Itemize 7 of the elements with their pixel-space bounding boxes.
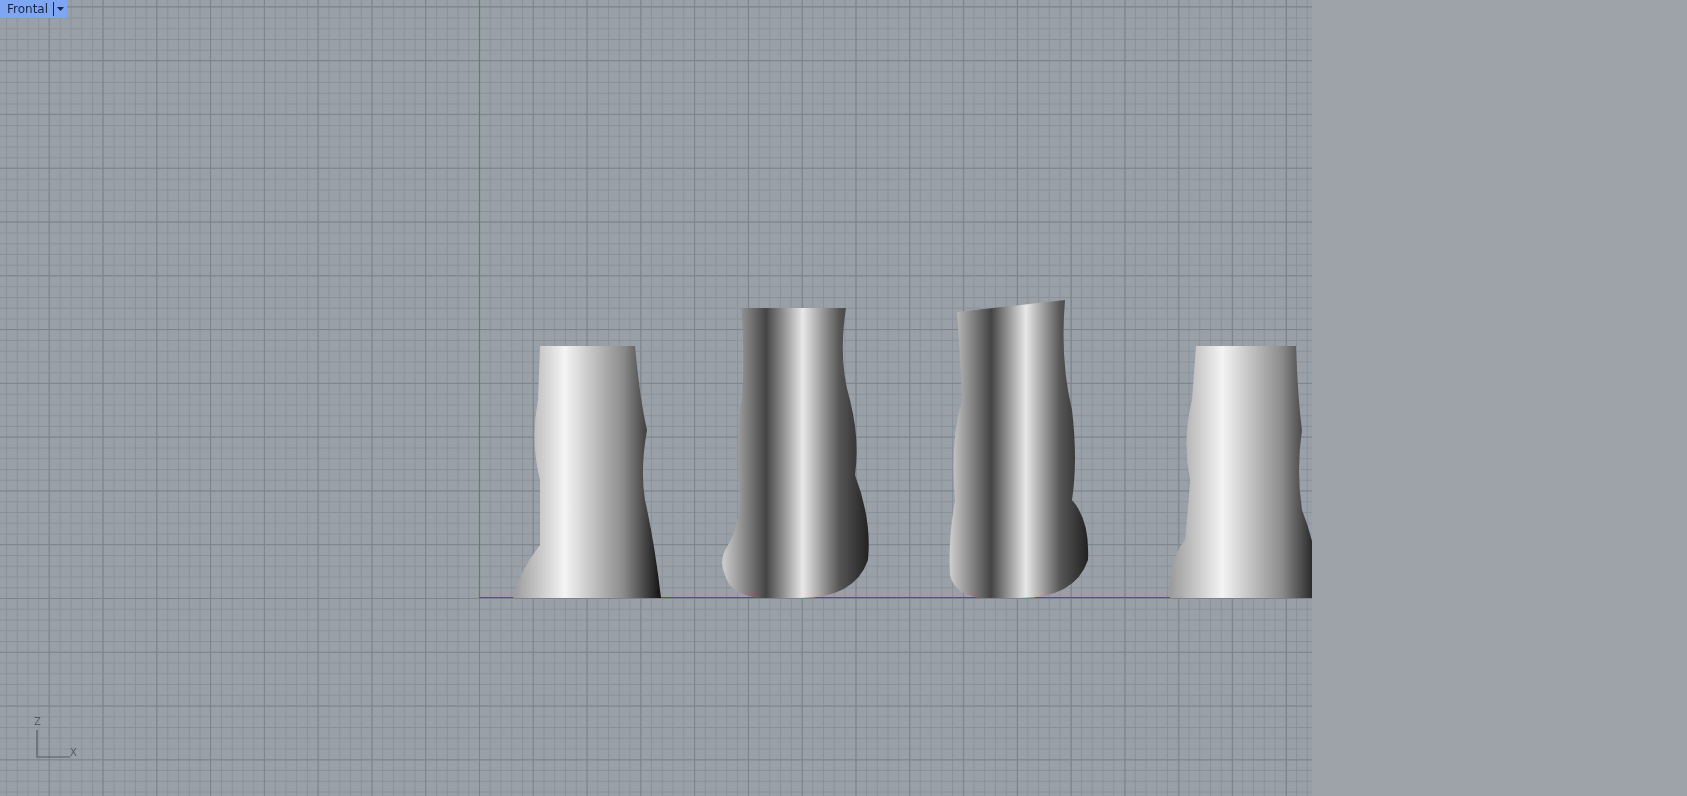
viewport-tab[interactable]: Frontal	[0, 0, 68, 18]
viewport-title: Frontal	[7, 1, 49, 18]
dropdown-caret-icon[interactable]	[53, 2, 66, 16]
axis-icon	[36, 730, 70, 758]
viewport[interactable]: Frontal Z X	[0, 0, 1312, 796]
z-axis-label: Z	[34, 716, 41, 727]
x-axis-label: X	[70, 747, 77, 758]
